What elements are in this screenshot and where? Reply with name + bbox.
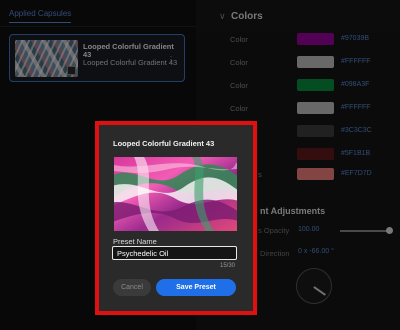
- dialog-title: Looped Colorful Gradient 43: [113, 139, 215, 148]
- preset-name-label: Preset Name: [113, 237, 157, 246]
- cancel-button[interactable]: Cancel: [113, 279, 151, 296]
- preset-name-input[interactable]: [112, 246, 237, 260]
- preset-preview-image: [114, 157, 237, 231]
- char-counter: 15/30: [220, 263, 236, 269]
- save-preset-button[interactable]: Save Preset: [156, 279, 236, 296]
